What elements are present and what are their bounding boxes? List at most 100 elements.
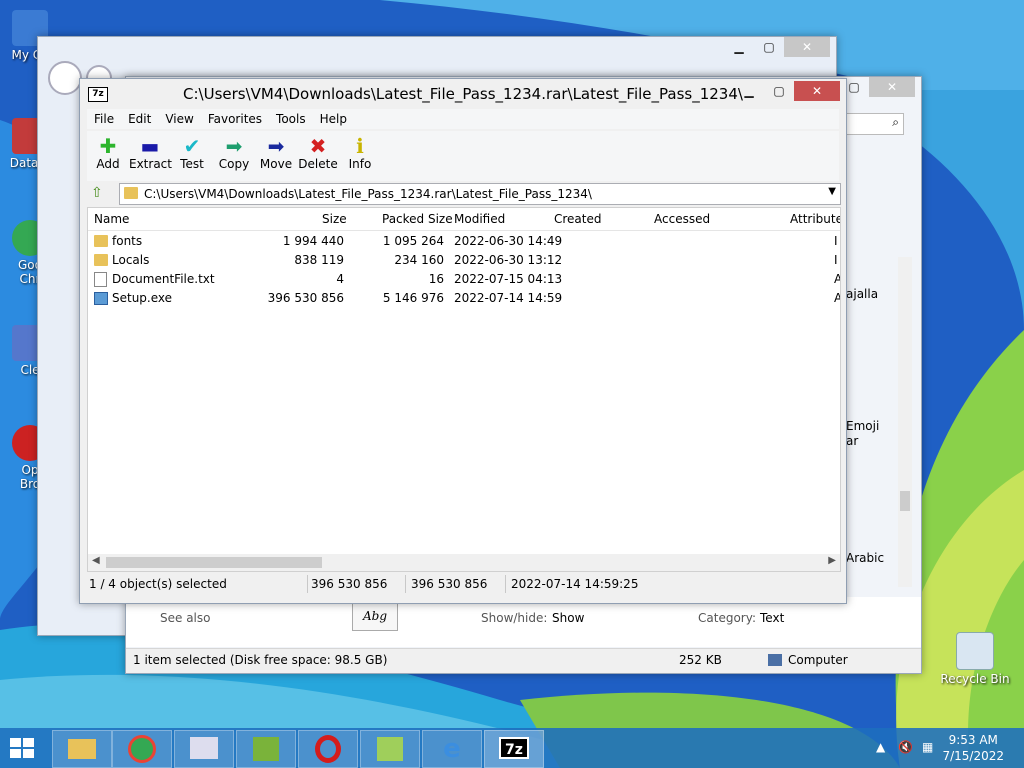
menu-tools[interactable]: Tools bbox=[269, 112, 313, 126]
opera-icon bbox=[315, 735, 341, 763]
side-item: Arabic bbox=[846, 551, 885, 565]
menu-file[interactable]: File bbox=[87, 112, 121, 126]
menu-favorites[interactable]: Favorites bbox=[201, 112, 269, 126]
cell-attr: I bbox=[834, 234, 838, 248]
desktop-icon-recycle-bin[interactable]: Recycle Bin bbox=[940, 632, 1010, 686]
column-accessed[interactable]: Accessed bbox=[654, 212, 710, 226]
chrome-icon bbox=[128, 735, 156, 763]
vertical-scrollbar[interactable] bbox=[898, 257, 912, 587]
column-packed-size[interactable]: Packed Size bbox=[382, 212, 453, 226]
taskbar-internet-explorer[interactable]: e bbox=[422, 730, 482, 768]
cell-size: 4 bbox=[336, 272, 344, 286]
maximize-button[interactable]: ▢ bbox=[764, 81, 794, 101]
cell-name: Setup.exe bbox=[112, 291, 173, 305]
column-headers: Name Size Packed Size Modified Created A… bbox=[88, 208, 840, 231]
close-button[interactable]: ✕ bbox=[784, 37, 830, 57]
cell-attr: A bbox=[834, 272, 840, 286]
recycle-bin-icon bbox=[956, 632, 994, 670]
scrollbar-thumb[interactable] bbox=[106, 557, 322, 568]
plus-icon: ✚ bbox=[99, 134, 117, 158]
menu-view[interactable]: View bbox=[158, 112, 200, 126]
clock-time: 9:53 AM bbox=[948, 733, 998, 747]
table-row[interactable]: Locals 838 119 234 160 2022-06-30 13:12 … bbox=[88, 251, 840, 270]
chevron-down-icon[interactable]: ▼ bbox=[828, 186, 836, 197]
folder-icon bbox=[94, 235, 108, 247]
extract-button[interactable]: ▬ Extract bbox=[129, 131, 172, 181]
info-button[interactable]: ℹ Info bbox=[339, 131, 381, 181]
cell-modified: 2022-07-14 14:59 bbox=[454, 291, 563, 305]
scrollbar-thumb[interactable] bbox=[900, 491, 910, 511]
text-file-icon bbox=[94, 272, 107, 287]
close-button[interactable]: ✕ bbox=[869, 77, 915, 97]
start-button[interactable] bbox=[8, 736, 36, 760]
show-hide-label: Show/hide: bbox=[481, 611, 548, 625]
close-button[interactable]: ✕ bbox=[794, 81, 840, 101]
cell-packed: 1 095 264 bbox=[382, 234, 444, 248]
column-created[interactable]: Created bbox=[554, 212, 602, 226]
taskbar-monitor-app[interactable] bbox=[174, 730, 234, 768]
status-divider bbox=[505, 575, 506, 593]
status-size: 396 530 856 bbox=[311, 577, 388, 591]
cell-name: fonts bbox=[112, 234, 143, 248]
taskbar-cleaner[interactable] bbox=[360, 730, 420, 768]
monitor-icon bbox=[190, 737, 218, 759]
font-detail-panel: See also Abg Show/hide: Show Category: T… bbox=[126, 597, 921, 647]
delete-button[interactable]: ✖ Delete bbox=[297, 131, 339, 181]
back-icon[interactable] bbox=[48, 61, 82, 95]
menu-help[interactable]: Help bbox=[313, 112, 354, 126]
table-row[interactable]: fonts 1 994 440 1 095 264 2022-06-30 14:… bbox=[88, 232, 840, 251]
column-size[interactable]: Size bbox=[322, 212, 347, 226]
table-row[interactable]: Setup.exe 396 530 856 5 146 976 2022-07-… bbox=[88, 289, 840, 308]
7zip-status-bar: 1 / 4 object(s) selected 396 530 856 396… bbox=[87, 574, 839, 594]
app-icon bbox=[253, 737, 279, 761]
toolbar-label: Extract bbox=[129, 157, 172, 171]
test-button[interactable]: ✔ Test bbox=[171, 131, 213, 181]
toolbar-label: Move bbox=[259, 157, 293, 171]
cell-packed: 234 160 bbox=[394, 253, 444, 267]
desktop-icon-label: Recycle Bin bbox=[940, 672, 1010, 686]
scroll-right-icon[interactable]: ▶ bbox=[828, 555, 836, 566]
maximize-button[interactable]: ▢ bbox=[754, 37, 784, 57]
taskbar-opera[interactable] bbox=[298, 730, 358, 768]
table-row[interactable]: DocumentFile.txt 4 16 2022-07-15 04:13 A bbox=[88, 270, 840, 289]
taskbar-chrome[interactable] bbox=[112, 730, 172, 768]
tray-overflow-icon[interactable]: ▲ bbox=[876, 740, 885, 754]
taskbar-7zip[interactable]: 7z bbox=[484, 730, 544, 768]
minimize-button[interactable]: ▁ bbox=[724, 37, 754, 57]
volume-muted-icon[interactable]: 🔇 bbox=[898, 740, 913, 754]
cell-size: 396 530 856 bbox=[267, 291, 344, 305]
category-value: Text bbox=[760, 611, 785, 625]
taskbar-app-green[interactable] bbox=[236, 730, 296, 768]
minimize-button[interactable]: ▁ bbox=[734, 81, 764, 101]
scroll-left-icon[interactable]: ◀ bbox=[92, 555, 100, 566]
search-box[interactable]: ⌕ bbox=[846, 113, 904, 135]
taskbar-file-explorer[interactable] bbox=[52, 730, 112, 768]
cell-name: DocumentFile.txt bbox=[112, 272, 215, 286]
column-modified[interactable]: Modified bbox=[454, 212, 505, 226]
copy-button[interactable]: ➡ Copy bbox=[213, 131, 255, 181]
window-title: C:\Users\VM4\Downloads\Latest_File_Pass_… bbox=[183, 85, 743, 103]
toolbar-label: Info bbox=[348, 157, 372, 171]
menu-edit[interactable]: Edit bbox=[121, 112, 158, 126]
info-icon: ℹ bbox=[356, 134, 364, 158]
cell-size: 838 119 bbox=[294, 253, 344, 267]
column-attributes[interactable]: Attribute bbox=[790, 212, 840, 226]
cell-attr: A bbox=[834, 291, 840, 305]
column-name[interactable]: Name bbox=[94, 212, 129, 226]
folder-up-icon[interactable]: ⇧ bbox=[91, 185, 109, 203]
side-item: ar bbox=[846, 434, 859, 448]
toolbar-label: Delete bbox=[298, 157, 338, 171]
add-button[interactable]: ✚ Add bbox=[87, 131, 129, 181]
network-icon[interactable]: ▦ bbox=[922, 740, 933, 754]
file-list: Name Size Packed Size Modified Created A… bbox=[87, 207, 841, 572]
toolbar-label: Copy bbox=[218, 157, 250, 171]
category-label: Category: bbox=[698, 611, 756, 625]
font-preview-thumbnail: Abg bbox=[352, 601, 398, 631]
horizontal-scrollbar[interactable]: ◀ ▶ bbox=[88, 554, 840, 571]
clock[interactable]: 9:53 AM 7/15/2022 bbox=[942, 732, 1004, 764]
move-button[interactable]: ➡ Move bbox=[255, 131, 297, 181]
delete-icon: ✖ bbox=[309, 134, 327, 158]
status-divider bbox=[307, 575, 308, 593]
address-combobox[interactable]: C:\Users\VM4\Downloads\Latest_File_Pass_… bbox=[119, 183, 841, 205]
show-hide-value: Show bbox=[552, 611, 585, 625]
